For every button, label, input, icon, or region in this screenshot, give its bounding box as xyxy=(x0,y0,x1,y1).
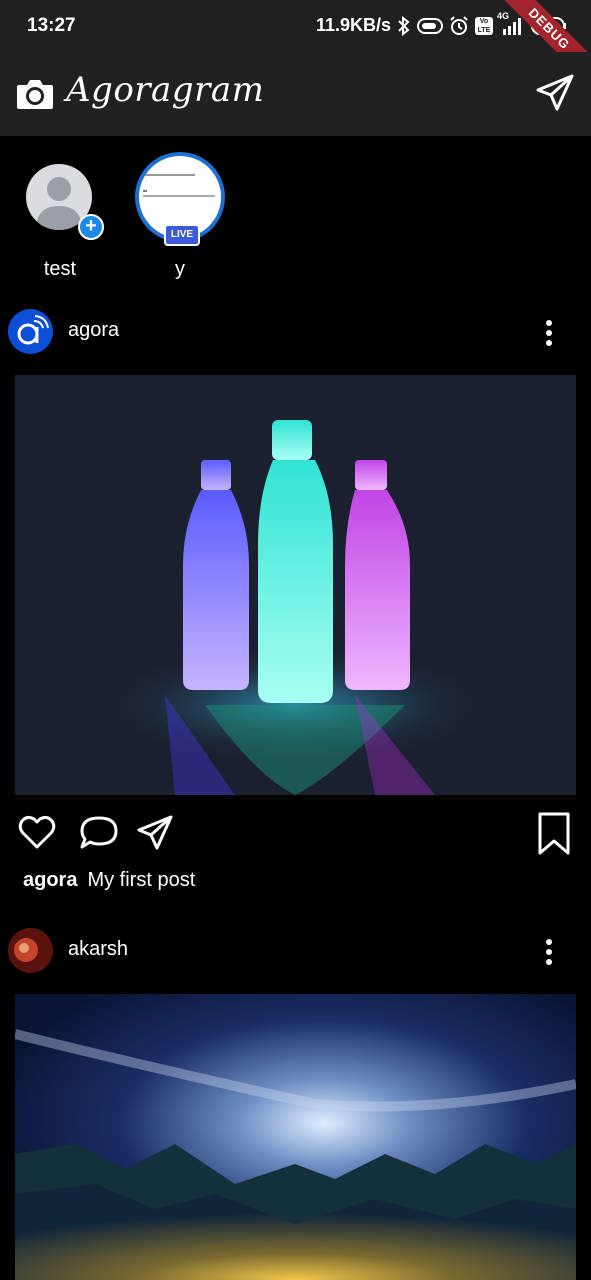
post-actions xyxy=(0,808,591,858)
caption-username[interactable]: agora xyxy=(23,869,77,891)
night-sky-mountains-image xyxy=(15,994,576,1280)
story-live[interactable]: LIVE y xyxy=(130,152,230,290)
app-bar: Agoragram xyxy=(0,52,591,136)
post-image[interactable] xyxy=(15,994,576,1280)
avatar[interactable] xyxy=(8,928,53,973)
glowing-bottles-image xyxy=(95,420,495,795)
story-label: y xyxy=(175,258,185,280)
post-image[interactable] xyxy=(15,375,576,795)
post-header: agora xyxy=(0,299,591,363)
stories-row: + test LIVE y xyxy=(0,136,591,296)
caption-text: My first post xyxy=(87,869,196,891)
status-bar: 13:27 11.9KB/s Vo LTE 4G xyxy=(0,0,591,52)
user-photo-icon xyxy=(8,928,53,973)
post-username[interactable]: agora xyxy=(68,319,119,342)
post-caption: agora My first post xyxy=(23,869,195,892)
share-icon[interactable] xyxy=(136,814,174,857)
app-title: Agoragram xyxy=(66,70,265,110)
more-options-icon[interactable] xyxy=(546,936,554,969)
network-type: 4G xyxy=(497,10,510,21)
add-story-icon[interactable]: + xyxy=(78,214,104,240)
toggle-icon xyxy=(417,17,443,34)
story-label: test xyxy=(43,258,77,280)
comment-icon[interactable] xyxy=(79,814,119,857)
status-time: 13:27 xyxy=(27,15,76,36)
alarm-icon xyxy=(449,15,469,36)
live-badge: LIVE xyxy=(164,224,200,246)
post-username[interactable]: akarsh xyxy=(68,938,128,961)
signal-icon: 4G xyxy=(497,11,525,35)
bookmark-icon[interactable] xyxy=(537,812,571,861)
more-options-icon[interactable] xyxy=(546,317,554,350)
net-speed: 11.9KB/s xyxy=(315,15,391,35)
camera-icon[interactable] xyxy=(16,77,54,116)
volte-icon: Vo LTE xyxy=(475,16,493,35)
story-add[interactable]: + test xyxy=(10,160,110,290)
heart-icon[interactable] xyxy=(18,814,56,855)
bluetooth-icon xyxy=(397,15,411,36)
agora-logo-icon xyxy=(17,315,49,345)
post-header: akarsh xyxy=(0,918,591,982)
avatar[interactable] xyxy=(8,309,53,354)
send-icon[interactable] xyxy=(536,74,574,117)
